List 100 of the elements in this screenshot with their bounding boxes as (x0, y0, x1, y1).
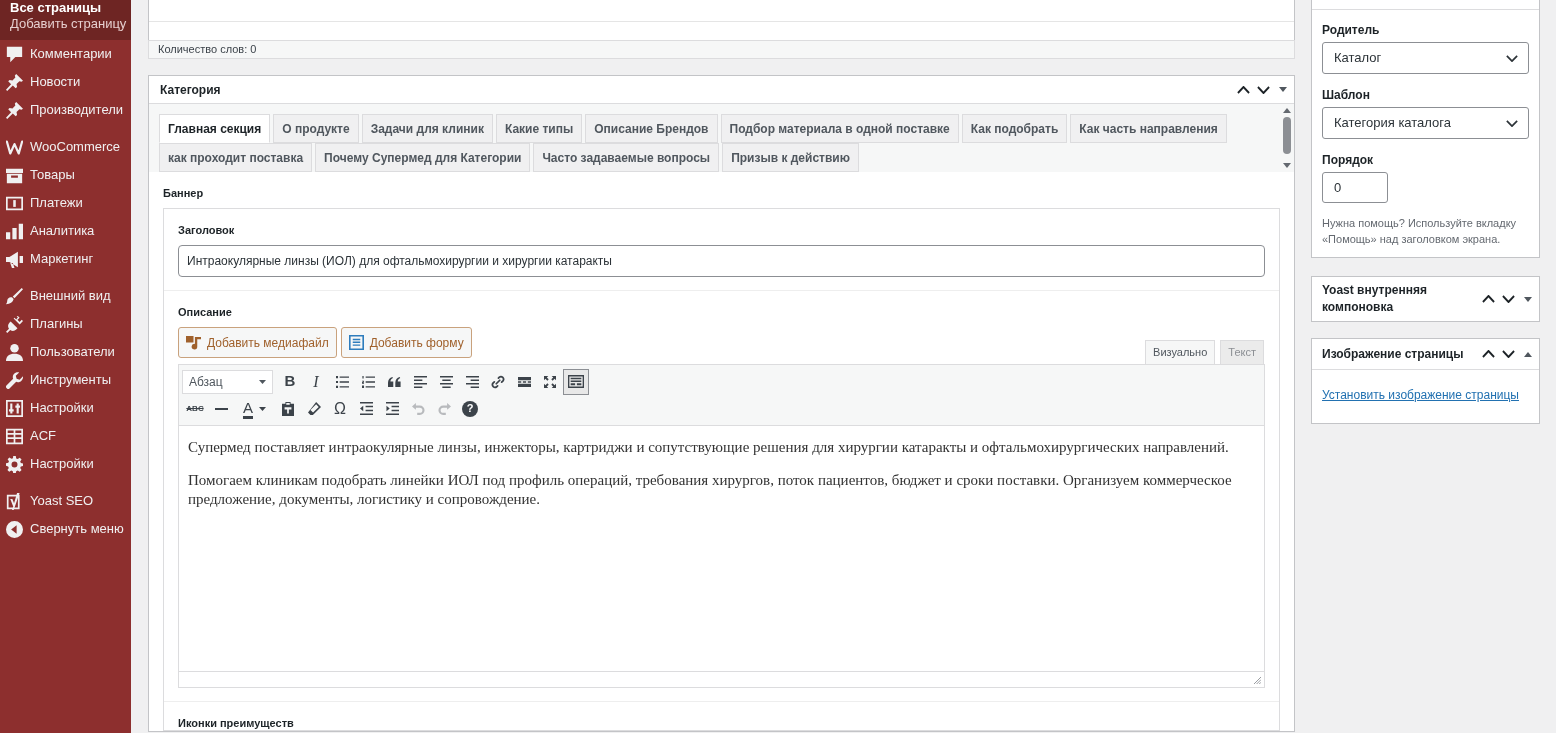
panel-title: Категория (160, 81, 221, 99)
toolbar-toggle-button[interactable] (563, 368, 589, 395)
tab[interactable]: Описание Брендов (585, 114, 718, 143)
megaphone-icon (6, 250, 23, 268)
scrollbar-drawing (1282, 108, 1292, 168)
wrench-icon (6, 371, 23, 389)
tab[interactable]: Часто задаваемые вопросы (533, 143, 720, 172)
field-label: Родитель (1322, 23, 1381, 38)
indent-icon (385, 402, 399, 415)
chevron-up-icon[interactable] (1236, 85, 1250, 94)
select-field[interactable]: Категория каталога (1322, 107, 1529, 139)
bulleted-list-icon (335, 375, 349, 388)
menu-item[interactable]: Товары (0, 161, 131, 189)
tab[interactable]: Задачи для клиник (361, 114, 493, 143)
chevron-down-icon[interactable] (1501, 350, 1515, 358)
chevron-down-icon[interactable] (1501, 295, 1515, 303)
menu-item[interactable]: Плагины (0, 310, 131, 338)
chevron-up-icon[interactable] (1481, 350, 1495, 358)
table-icon (6, 427, 23, 445)
select-field[interactable]: Каталог (1322, 42, 1529, 74)
chevron-down-icon[interactable] (1256, 85, 1270, 94)
archive-box-icon (6, 166, 23, 184)
strikethrough-button[interactable]: ABC (182, 395, 208, 422)
tab[interactable]: Почему Супермед для Категории (315, 143, 531, 172)
eraser-icon (307, 402, 321, 415)
menu-item[interactable]: WooCommerce (0, 133, 131, 161)
menu-item[interactable]: ACF (0, 422, 131, 450)
menu-item[interactable]: Пользователи (0, 338, 131, 366)
field-label: Шаблон (1322, 88, 1371, 103)
tab[interactable]: Как часть направления (1070, 114, 1227, 143)
text-field[interactable]: Интраокулярные линзы (ИОЛ) для офтальмохирургии и хирургии катаракты (178, 245, 1265, 277)
section-label: Баннер (163, 186, 205, 200)
panel-title: Yoast внутренняя компоновка (1322, 282, 1428, 316)
menu-item[interactable]: Маркетинг (0, 245, 131, 273)
tab[interactable]: Призыв к действию (722, 143, 859, 172)
redo-icon (437, 402, 451, 415)
tab[interactable]: как проходит поставка (159, 143, 313, 172)
menu-item[interactable]: Yoast SEO (0, 487, 131, 515)
resize-grip-icon[interactable] (1254, 677, 1261, 684)
panel-title: Изображение страницы (1322, 345, 1465, 363)
form-icon (348, 335, 364, 350)
chevron-up-icon[interactable] (1481, 295, 1495, 303)
keyboard-icon (568, 375, 584, 388)
undo-icon (411, 402, 425, 415)
read-more-icon (517, 376, 531, 387)
add-form-button[interactable]: Добавить форму (340, 327, 472, 358)
special-character-button[interactable]: Ω (327, 395, 353, 422)
caret-icon (259, 406, 266, 411)
menu-item[interactable]: Новости (0, 68, 131, 96)
add-media-button[interactable]: Добавить медиафайл (178, 327, 337, 358)
number-field[interactable]: 0 (1322, 172, 1388, 203)
format-select[interactable]: Абзац (182, 369, 273, 394)
outdent-icon (359, 402, 373, 415)
field-label: Иконки преимуществ (178, 716, 295, 730)
triangle-down-icon[interactable] (1524, 296, 1532, 302)
collapse-icon (6, 520, 23, 538)
editor-mode-tab[interactable]: Визуально (1145, 340, 1216, 364)
tab[interactable]: О продукте (273, 114, 359, 143)
help-button[interactable]: ? (462, 400, 478, 417)
numbered-list-icon (361, 375, 375, 388)
tab[interactable]: Подбор материала в одной поставке (720, 114, 959, 143)
clipboard-icon (282, 401, 294, 416)
text-color-button[interactable]: A (234, 395, 275, 422)
set-image-link[interactable]: Установить изображение страницы (1322, 388, 1519, 402)
tab[interactable]: Какие типы (495, 114, 583, 143)
tab[interactable]: Как подобрать (961, 114, 1068, 143)
speech-bubble-icon (6, 45, 23, 63)
paragraph: Супермед поставляет интраокулярные линзы, инжекторы, картриджи и сопутствующие решения для хирургии катаракты и офтальмохирургических направлений. (188, 438, 1230, 457)
chevron-down-icon (1506, 54, 1518, 62)
fullscreen-icon (544, 375, 556, 388)
square-logo-icon (6, 492, 23, 510)
submenu-item[interactable]: Добавить страницу (0, 16, 131, 32)
link-icon (491, 374, 505, 389)
menu-item[interactable]: Внешний вид (0, 282, 131, 310)
italic-button[interactable]: I (303, 368, 329, 395)
align-center-icon (439, 375, 453, 388)
triangle-up-icon[interactable] (1524, 351, 1532, 357)
menu-item[interactable]: Платежи (0, 189, 131, 217)
menu-item[interactable]: Свернуть меню (0, 515, 131, 543)
menu-item[interactable]: Комментарии (0, 40, 131, 68)
bold-button[interactable]: B (277, 368, 303, 395)
menu-item[interactable]: Инструменты (0, 366, 131, 394)
menu-item[interactable]: Производители (0, 96, 131, 124)
field-label: Порядок (1322, 153, 1375, 168)
submenu-item[interactable]: Все страницы (0, 0, 131, 16)
user-icon (6, 343, 23, 361)
menu-item[interactable]: Настройки (0, 450, 131, 478)
tab[interactable]: Главная секция (159, 114, 271, 143)
plug-icon (6, 315, 23, 333)
menu-item[interactable]: Аналитика (0, 217, 131, 245)
align-right-icon (465, 375, 479, 388)
menu-item[interactable]: Настройки (0, 394, 131, 422)
banknote-icon (6, 194, 23, 212)
triangle-down-icon[interactable] (1279, 87, 1287, 92)
sliders-icon (6, 399, 23, 417)
chevron-down-icon (1506, 119, 1518, 127)
field-label: Описание (178, 305, 233, 319)
help-text: Нужна помощь? Используйте вкладку «Помощь» над заголовком экрана. (1322, 216, 1518, 247)
settings-icon (6, 455, 23, 473)
field-label: Заголовок (178, 223, 236, 237)
